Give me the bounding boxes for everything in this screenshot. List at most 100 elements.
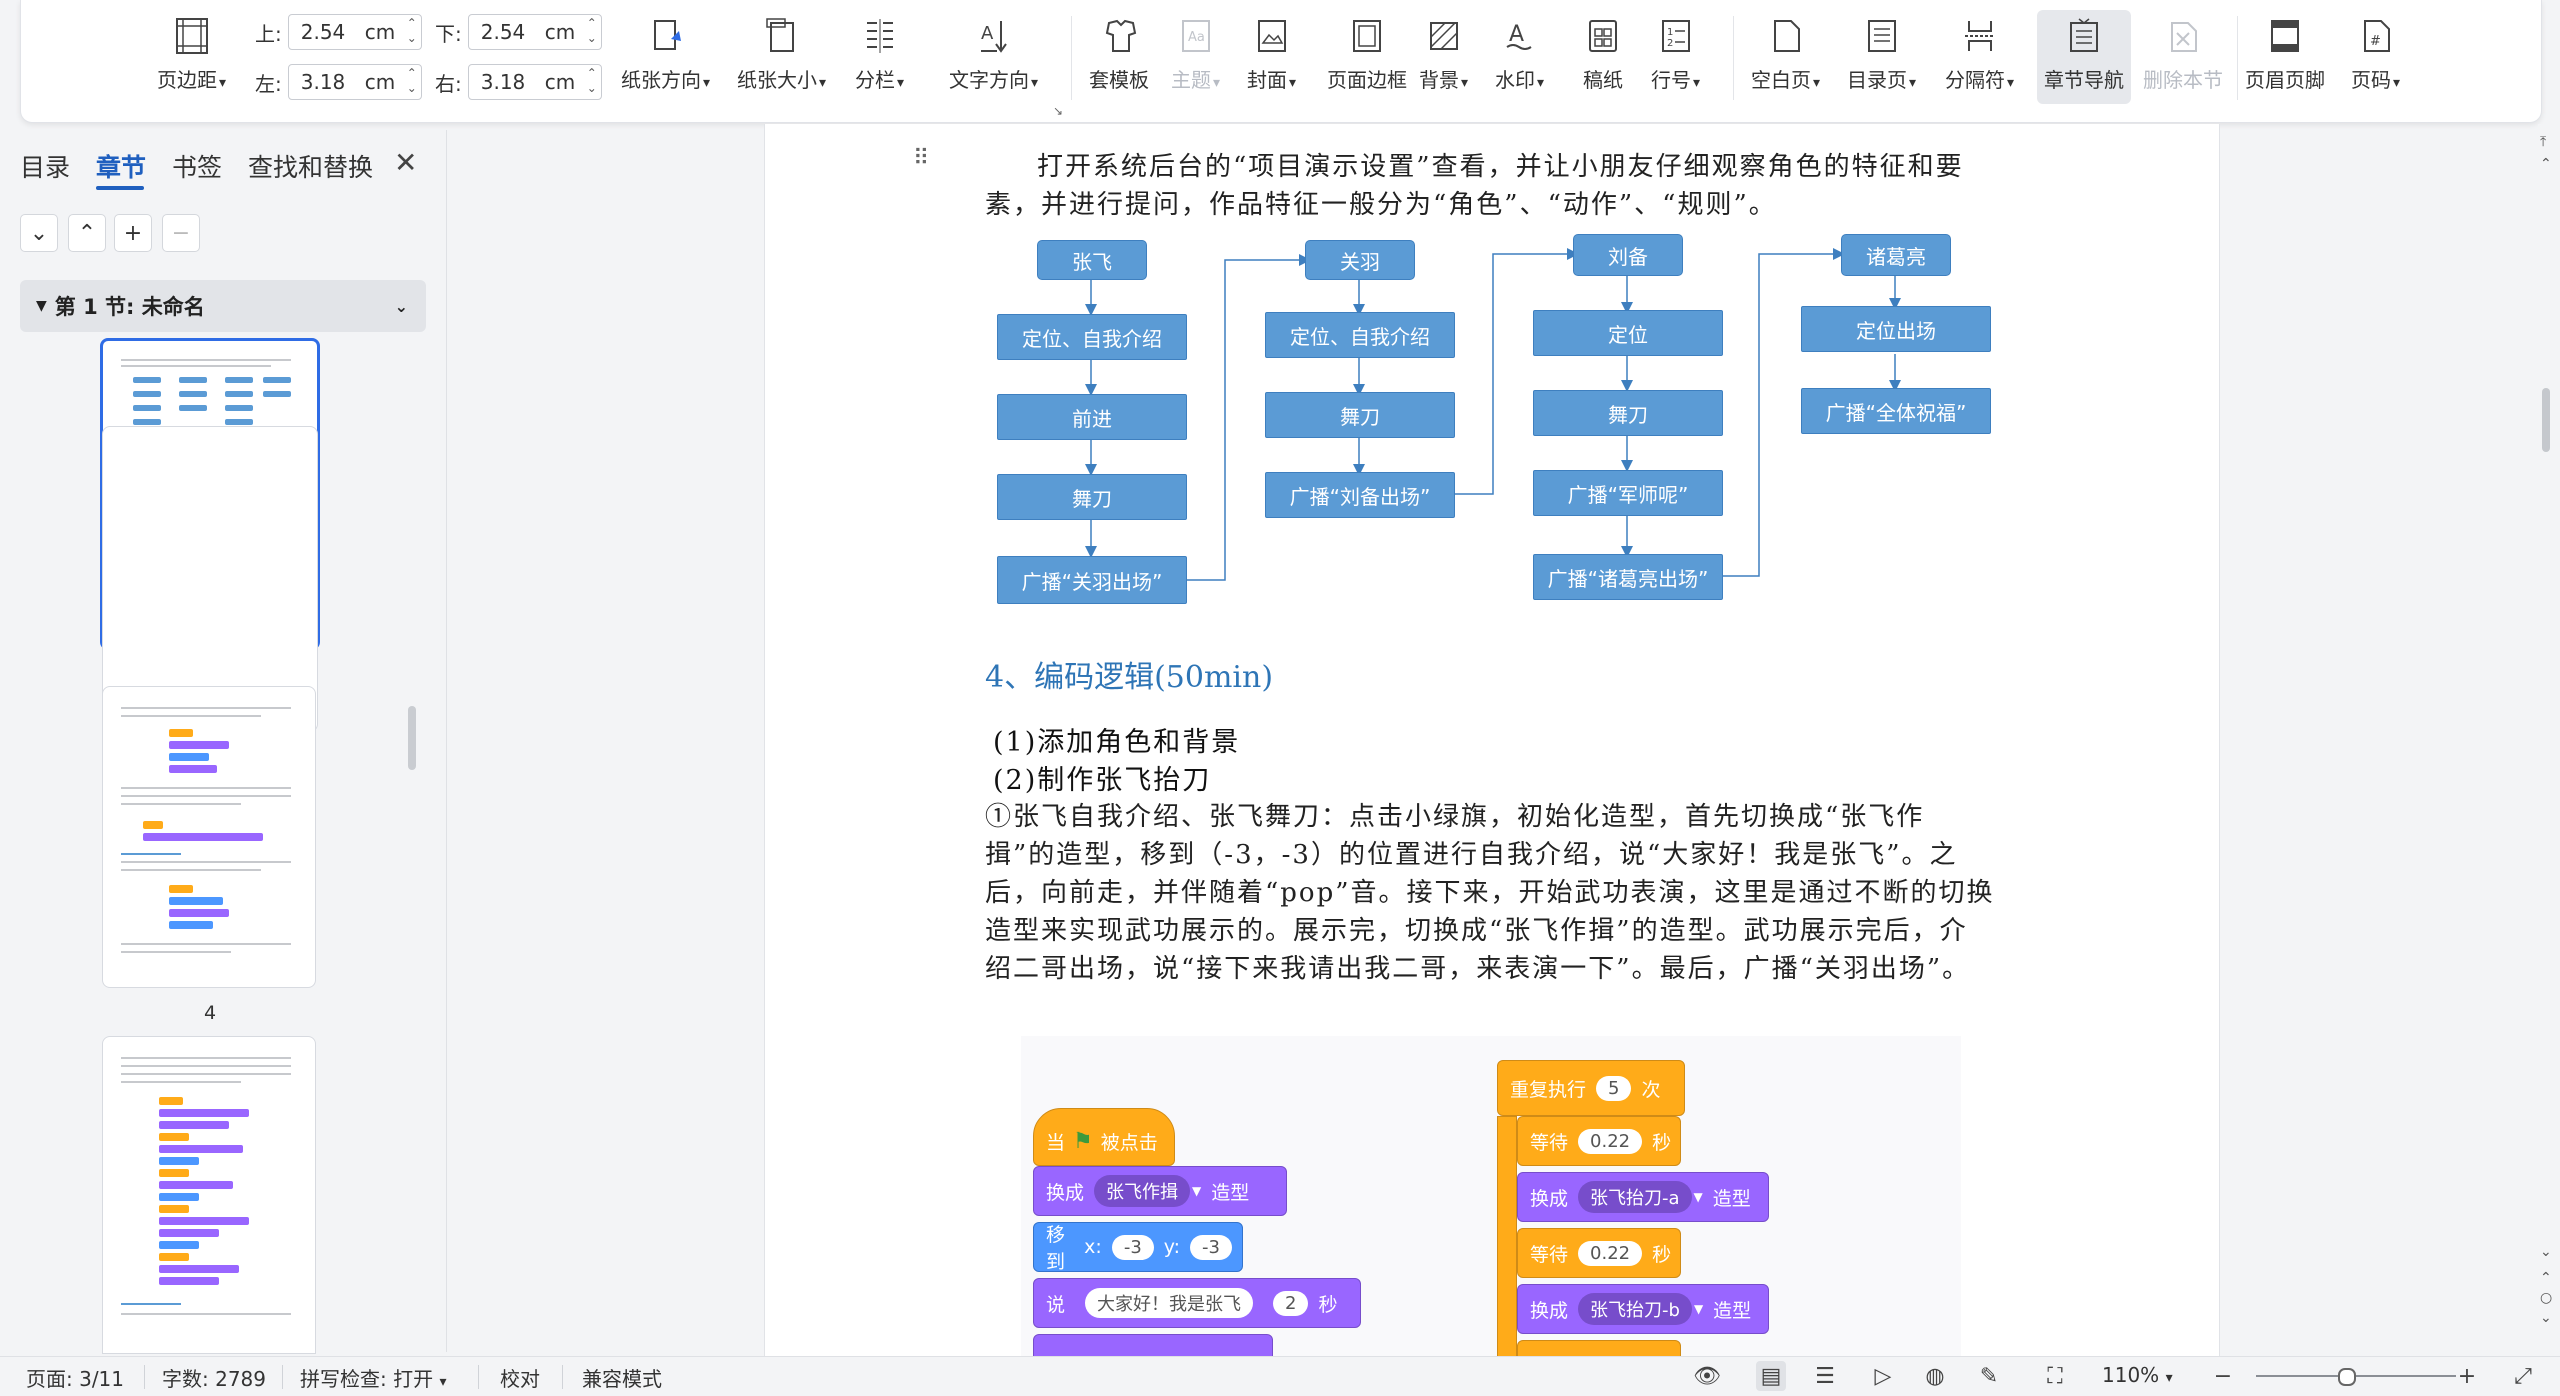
- page-indicator[interactable]: 页面: 3/11: [26, 1363, 124, 1392]
- pen-icon[interactable]: ✎: [1974, 1361, 2004, 1391]
- scrollbar-thumb[interactable]: [2542, 388, 2550, 452]
- globe-icon[interactable]: ◍: [1920, 1361, 1950, 1391]
- outline-view-icon[interactable]: ☰: [1810, 1361, 1840, 1391]
- fullscreen-icon[interactable]: ⤢: [2508, 1361, 2538, 1391]
- shirt-template-icon: [1099, 14, 1139, 58]
- next-block-partial: [1033, 1334, 1273, 1356]
- add-section-button[interactable]: +: [114, 214, 152, 252]
- toc-page-button[interactable]: 目录页 ▾: [1847, 10, 1916, 104]
- chevron-down-icon[interactable]: ⌄: [2540, 1244, 2552, 1260]
- right-margin-input[interactable]: 3.18 cm ⌃ ⌄: [467, 64, 602, 100]
- background-button[interactable]: 背景 ▾: [1419, 10, 1468, 104]
- spin-arrows-icon[interactable]: ⌃ ⌄: [407, 66, 417, 96]
- delete-section-button[interactable]: 删除本节: [2143, 10, 2223, 104]
- panel-scrollbar[interactable]: [408, 706, 416, 770]
- zoom-slider-thumb[interactable]: [2338, 1368, 2356, 1386]
- goto-xy-block: 移到 x: -3 y: -3: [1033, 1222, 1243, 1273]
- watermark-button[interactable]: A 水印 ▾: [1495, 10, 1544, 104]
- select-browse-object-icon[interactable]: ○: [2540, 1290, 2552, 1306]
- top-margin-input[interactable]: 2.54 cm ⌃ ⌄: [287, 14, 422, 50]
- flow-node: 刘备: [1573, 234, 1683, 276]
- scroll-to-top-icon[interactable]: ⤒: [2540, 134, 2546, 150]
- dialog-launcher-icon[interactable]: ↘: [1053, 104, 1063, 118]
- chevron-up-icon[interactable]: ⌃: [68, 214, 106, 252]
- page-number-icon: #: [2356, 14, 2396, 58]
- text-direction-button[interactable]: A 文字方向 ▾: [949, 10, 1038, 104]
- left-margin-group: 左: 3.18 cm ⌃ ⌄: [255, 64, 422, 100]
- orientation-button[interactable]: 纸张方向 ▾: [621, 10, 710, 104]
- spin-arrows-icon[interactable]: ⌃ ⌄: [407, 16, 417, 46]
- spin-arrows-icon[interactable]: ⌃ ⌄: [587, 16, 597, 46]
- flow-node: 广播“全体祝福”: [1801, 388, 1991, 434]
- flow-node: 定位: [1533, 310, 1723, 356]
- flow-node: 舞刀: [1533, 390, 1723, 436]
- paper-size-button[interactable]: 纸张大小 ▾: [737, 10, 826, 104]
- chapter-nav-button[interactable]: 章节导航: [2037, 10, 2131, 104]
- tab-toc[interactable]: 目录: [20, 148, 70, 184]
- section-item[interactable]: ▼ 第 1 节: 未命名 ⌄: [20, 280, 426, 332]
- body-paragraph: ①张飞自我介绍、张飞舞刀：点击小绿旗，初始化造型，首先切换成“张飞作揖”的造型，…: [985, 802, 1995, 984]
- left-margin-input[interactable]: 3.18 cm ⌃ ⌄: [287, 64, 422, 100]
- flow-node: 定位、自我介绍: [997, 314, 1187, 360]
- scratch-code-image: 当 ⚑ 被点击 换成 张飞作揖 ▼ 造型 移到 x: -3 y: -3 说大家好！我是张飞 2 秒…: [1021, 1036, 1961, 1356]
- ribbon-divider: [2237, 16, 2238, 100]
- zoom-level[interactable]: 110% ▾: [2102, 1363, 2173, 1387]
- page-thumbnail-4[interactable]: [102, 686, 316, 988]
- svg-text:A: A: [1509, 22, 1524, 47]
- status-divider: [478, 1365, 479, 1389]
- remove-section-button[interactable]: −: [162, 214, 200, 252]
- vertical-scrollbar[interactable]: [2538, 124, 2560, 1356]
- repeat-block: 重复执行 5 次: [1497, 1060, 1685, 1116]
- previous-page-icon[interactable]: ⌃: [2540, 1270, 2552, 1286]
- zoom-in-icon[interactable]: +: [2452, 1361, 2482, 1391]
- columns-icon: [860, 14, 900, 58]
- template-button[interactable]: 套模板: [1089, 10, 1149, 104]
- when-flag-clicked-block: 当 ⚑ 被点击: [1033, 1108, 1175, 1166]
- manuscript-button[interactable]: 稿纸: [1583, 10, 1623, 104]
- cover-button[interactable]: 封面 ▾: [1247, 10, 1296, 104]
- zoom-slider[interactable]: [2256, 1375, 2456, 1377]
- margins-button[interactable]: 页边距 ▾: [157, 10, 226, 104]
- bottom-margin-input[interactable]: 2.54 cm ⌃ ⌄: [467, 14, 602, 50]
- eye-icon[interactable]: 👁: [1692, 1361, 1722, 1391]
- chevron-up-icon[interactable]: ⌃: [2540, 156, 2552, 172]
- header-footer-icon: [2265, 14, 2305, 58]
- green-flag-icon: ⚑: [1073, 1128, 1093, 1154]
- ribbon-divider: [1733, 16, 1734, 100]
- page-number-button[interactable]: # 页码 ▾: [2351, 10, 2400, 104]
- bottom-margin-group: 下: 2.54 cm ⌃ ⌄: [435, 14, 602, 50]
- next-page-icon[interactable]: ⌄: [2540, 1310, 2552, 1326]
- theme-button[interactable]: Aa 主题 ▾: [1171, 10, 1220, 104]
- fit-page-icon[interactable]: ⛶: [2040, 1361, 2070, 1391]
- columns-button[interactable]: 分栏 ▾: [855, 10, 904, 104]
- delete-section-icon: [2163, 14, 2203, 58]
- blank-page-button[interactable]: 空白页 ▾: [1751, 10, 1820, 104]
- chevron-down-icon[interactable]: ⌄: [20, 214, 58, 252]
- word-count[interactable]: 字数: 2789: [162, 1363, 266, 1392]
- page-border-button[interactable]: 页面边框: [1327, 10, 1407, 104]
- svg-text:A: A: [981, 23, 994, 44]
- flow-node: 广播“刘备出场”: [1265, 472, 1455, 518]
- play-icon[interactable]: ▷: [1868, 1361, 1898, 1391]
- expand-triangle-icon[interactable]: ▼: [36, 298, 47, 314]
- tab-find-replace[interactable]: 查找和替换: [248, 148, 373, 184]
- separator-button[interactable]: 分隔符 ▾: [1945, 10, 2014, 104]
- spin-arrows-icon[interactable]: ⌃ ⌄: [587, 66, 597, 96]
- flow-node: 张飞: [1037, 240, 1147, 280]
- line-number-button[interactable]: 12 行号 ▾: [1651, 10, 1700, 104]
- proofread-button[interactable]: 校对: [500, 1363, 540, 1392]
- page-thumbnail-5[interactable]: [102, 1036, 316, 1354]
- header-footer-button[interactable]: 页眉页脚: [2245, 10, 2325, 104]
- zoom-out-icon[interactable]: −: [2208, 1361, 2238, 1391]
- page-view-icon[interactable]: ▤: [1756, 1361, 1786, 1391]
- close-icon[interactable]: ✕: [394, 146, 417, 179]
- cover-page-icon: [1252, 14, 1292, 58]
- tab-bookmarks[interactable]: 书签: [172, 148, 222, 184]
- subheading: (1)添加角色和背景: [993, 727, 1241, 758]
- wait-block: 等待 0.22 秒: [1517, 1228, 1681, 1278]
- spell-check-toggle[interactable]: 拼写检查: 打开 ▾: [300, 1363, 447, 1392]
- compat-mode-label: 兼容模式: [582, 1367, 662, 1391]
- status-divider: [282, 1365, 283, 1389]
- chevron-down-icon[interactable]: ⌄: [395, 297, 408, 316]
- tab-chapters[interactable]: 章节: [96, 148, 146, 184]
